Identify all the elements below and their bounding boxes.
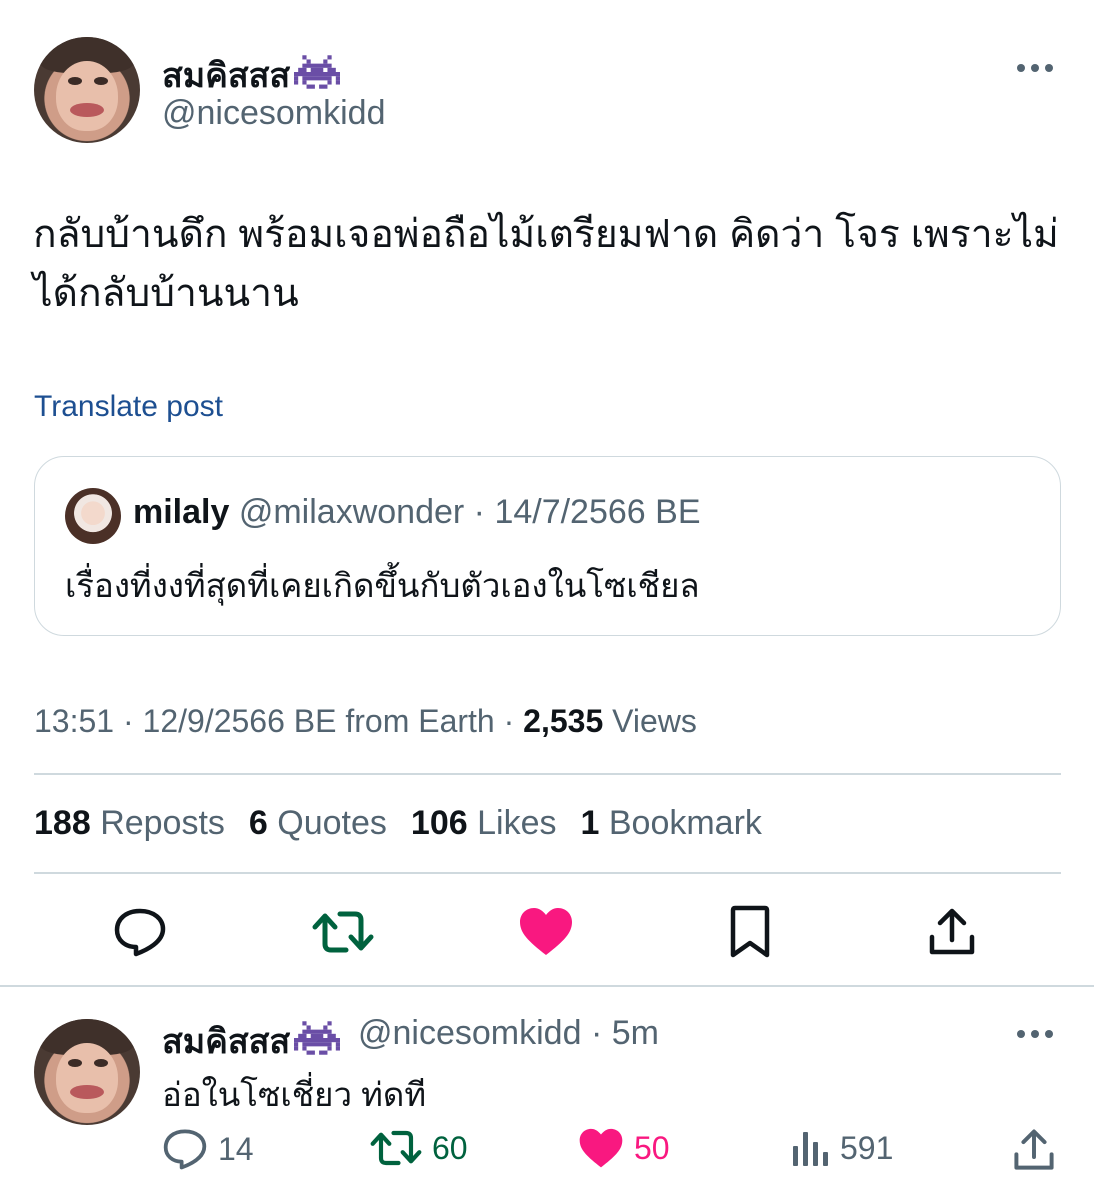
divider xyxy=(34,773,1061,775)
divider xyxy=(34,872,1061,874)
reply-like-button[interactable]: 50 xyxy=(578,1128,670,1169)
likes-count: 106 xyxy=(410,804,468,842)
alien-monster-icon xyxy=(294,1019,341,1066)
avatar-eye xyxy=(94,77,108,85)
reply-views-button[interactable]: 591 xyxy=(790,1128,893,1168)
quote-header: milaly @milaxwonder · 14/7/2566 BE xyxy=(133,493,701,532)
likes-label: Likes xyxy=(477,804,557,842)
quoted-post[interactable]: milaly @milaxwonder · 14/7/2566 BE เรื่อ… xyxy=(34,456,1061,636)
more-dot xyxy=(1017,64,1025,72)
more-dot xyxy=(1045,1030,1053,1038)
quotes-label: Quotes xyxy=(277,804,387,842)
avatar-eye xyxy=(94,1059,108,1067)
more-dot xyxy=(1045,64,1053,72)
reply-share-button[interactable] xyxy=(1012,1128,1056,1172)
bookmarks-stat[interactable]: 1 Bookmark xyxy=(580,804,761,843)
quote-author-avatar xyxy=(65,488,121,544)
reply-text: อ่อในโซเชี่ยว ท่ดที xyxy=(162,1076,427,1113)
more-icon[interactable] xyxy=(1017,64,1053,72)
avatar-face xyxy=(56,61,118,131)
post-stats: 188 Reposts 6 Quotes 106 Likes 1 Bookmar… xyxy=(34,804,762,843)
share-icon xyxy=(929,908,975,955)
quote-text: เรื่องที่งงที่สุดที่เคยเกิดขึ้นกับตัวเอง… xyxy=(65,567,700,604)
likes-stat[interactable]: 106 Likes xyxy=(411,804,557,843)
share-button[interactable] xyxy=(920,900,984,964)
reply-handle-text: @nicesomkidd xyxy=(358,1014,582,1052)
more-dot xyxy=(1017,1030,1025,1038)
post-text: กลับบ้านดึก พร้อมเจอพ่อถือไม้เตรียมฟาด ค… xyxy=(33,213,1059,315)
quote-date: · 14/7/2566 BE xyxy=(473,493,701,531)
author-name-text: สมคิสสส xyxy=(162,57,291,95)
post-time-date: 13:51 · 12/9/2566 BE from Earth · xyxy=(34,703,524,739)
reposts-count: 188 xyxy=(34,804,91,842)
more-dot xyxy=(1031,1030,1039,1038)
avatar-face xyxy=(56,1043,118,1113)
reply-replies-count: 14 xyxy=(218,1130,254,1167)
reply-more-icon[interactable] xyxy=(1017,1030,1053,1038)
reposts-stat[interactable]: 188 Reposts xyxy=(34,804,225,843)
reply-author-handle[interactable]: @nicesomkidd · 5m xyxy=(358,1014,659,1053)
quote-author-name: milaly xyxy=(133,493,230,531)
quotes-stat[interactable]: 6 Quotes xyxy=(249,804,387,843)
quote-author-handle: @milaxwonder xyxy=(238,493,465,531)
quotes-count: 6 xyxy=(248,804,268,842)
avatar-mouth xyxy=(70,1085,104,1099)
reply-time: · 5m xyxy=(590,1014,659,1052)
bookmarks-count: 1 xyxy=(580,804,600,842)
avatar-mouth xyxy=(70,103,104,117)
reply-icon xyxy=(163,1129,207,1170)
divider xyxy=(0,985,1094,987)
reply-button[interactable] xyxy=(108,900,172,964)
post-meta: 13:51 · 12/9/2566 BE from Earth · 2,535 … xyxy=(34,703,697,740)
author-handle[interactable]: @nicesomkidd xyxy=(162,94,386,133)
reply-reply-button[interactable]: 14 xyxy=(162,1128,254,1170)
share-icon xyxy=(1014,1129,1054,1170)
author-avatar[interactable] xyxy=(34,37,140,143)
more-dot xyxy=(1031,64,1039,72)
reply-repost-button[interactable]: 60 xyxy=(370,1128,468,1168)
bookmarks-label: Bookmark xyxy=(608,804,762,842)
reply-icon xyxy=(114,908,166,957)
bookmark-button[interactable] xyxy=(718,900,782,964)
avatar-eye xyxy=(68,1059,82,1067)
reply-reposts-count: 60 xyxy=(432,1129,468,1166)
repost-icon xyxy=(370,1130,422,1166)
views-icon xyxy=(793,1132,828,1166)
reply-author-avatar[interactable] xyxy=(34,1019,140,1125)
avatar-eye xyxy=(68,77,82,85)
reply-views-count: 591 xyxy=(840,1129,894,1166)
heart-icon xyxy=(579,1128,623,1168)
bookmark-icon xyxy=(730,905,770,958)
views-count[interactable]: 2,535 xyxy=(523,703,603,739)
translate-post-link[interactable]: Translate post xyxy=(34,390,223,424)
reply-likes-count: 50 xyxy=(634,1130,670,1166)
repost-icon xyxy=(312,911,374,953)
reply-author-name-text: สมคิสสส xyxy=(162,1023,291,1061)
heart-icon xyxy=(520,908,572,955)
like-button[interactable] xyxy=(514,900,578,964)
reposts-label: Reposts xyxy=(100,804,225,842)
reply-author-name[interactable]: สมคิสสส xyxy=(162,1014,341,1068)
repost-button[interactable] xyxy=(310,900,376,964)
views-label: Views xyxy=(603,703,697,739)
alien-monster-icon xyxy=(294,53,341,100)
